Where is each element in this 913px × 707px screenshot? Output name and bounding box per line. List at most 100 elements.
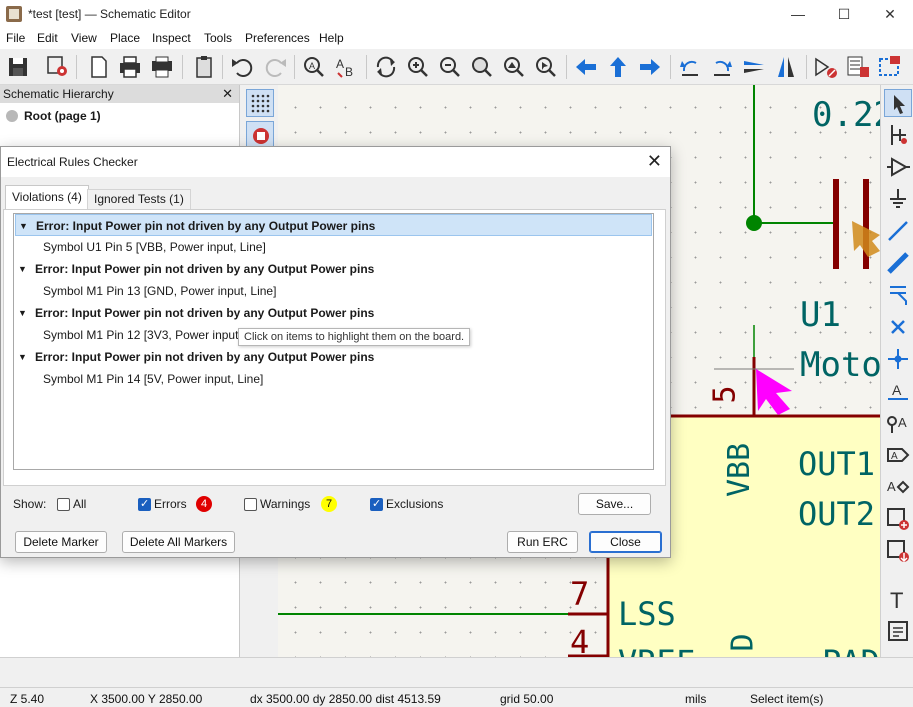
- add-wire-icon[interactable]: [884, 217, 912, 245]
- redo-icon[interactable]: [262, 53, 290, 81]
- zoom-out-icon[interactable]: [436, 53, 464, 81]
- no-connect-icon[interactable]: [884, 313, 912, 341]
- status-mode: Select item(s): [750, 692, 824, 706]
- collapse-chevron-icon[interactable]: ▼: [19, 215, 28, 237]
- bus-entry-icon[interactable]: [884, 281, 912, 309]
- add-label-icon[interactable]: A: [884, 377, 912, 405]
- delete-marker-button[interactable]: Delete Marker: [15, 531, 107, 553]
- erc-icon[interactable]: [812, 53, 840, 81]
- violation-item-row[interactable]: Symbol U1 Pin 5 [VBB, Power input, Line]: [15, 236, 652, 258]
- pin-name-lss: LSS: [618, 595, 676, 633]
- find-replace-icon[interactable]: AB: [332, 53, 360, 81]
- status-cursor-position: X 3500.00 Y 2850.00: [90, 692, 203, 706]
- units-icon[interactable]: [246, 121, 274, 149]
- violation-row[interactable]: ▼ Error: Input Power pin not driven by an…: [15, 302, 652, 324]
- collapse-chevron-icon[interactable]: ▼: [18, 346, 27, 368]
- add-bus-icon[interactable]: [884, 249, 912, 277]
- menu-place[interactable]: Place: [110, 31, 140, 45]
- add-hierarchical-label-icon[interactable]: A: [884, 473, 912, 501]
- svg-text:A: A: [891, 451, 898, 462]
- annotate-icon[interactable]: [876, 53, 904, 81]
- rotate-ccw-icon[interactable]: [676, 53, 704, 81]
- status-units: mils: [685, 692, 707, 706]
- close-button[interactable]: Close: [589, 531, 662, 553]
- violation-row[interactable]: ▼ Error: Input Power pin not driven by an…: [15, 214, 652, 236]
- checkbox-exclusions[interactable]: [370, 497, 383, 511]
- menu-inspect[interactable]: Inspect: [152, 31, 191, 45]
- grid-toggle-icon[interactable]: [246, 89, 274, 117]
- delete-all-markers-button[interactable]: Delete All Markers: [122, 531, 235, 553]
- menu-edit[interactable]: Edit: [37, 31, 58, 45]
- zoom-fit-icon[interactable]: [468, 53, 496, 81]
- select-arrow-icon[interactable]: [884, 89, 912, 117]
- checkbox-errors-label: Errors: [154, 497, 187, 511]
- find-icon[interactable]: A: [300, 53, 328, 81]
- violation-row[interactable]: ▼ Error: Input Power pin not driven by an…: [15, 346, 652, 368]
- menu-tools[interactable]: Tools: [204, 31, 232, 45]
- add-textbox-icon[interactable]: [884, 617, 912, 645]
- save-icon[interactable]: [4, 53, 32, 81]
- hierarchy-header: Schematic Hierarchy ✕: [0, 85, 239, 103]
- paste-icon[interactable]: [190, 53, 218, 81]
- add-junction-icon[interactable]: [884, 345, 912, 373]
- checkbox-warnings[interactable]: [244, 498, 257, 511]
- checkbox-errors[interactable]: [138, 497, 151, 511]
- zoom-objects-icon[interactable]: [500, 53, 528, 81]
- import-sheet-pin-icon[interactable]: [884, 537, 912, 565]
- collapse-chevron-icon[interactable]: ▼: [18, 302, 27, 324]
- add-global-label-icon[interactable]: A: [884, 441, 912, 469]
- component-value: Moto: [800, 345, 880, 385]
- highlight-net-icon[interactable]: [884, 121, 912, 149]
- hierarchy-root-item[interactable]: Root (page 1): [6, 109, 101, 123]
- refresh-icon[interactable]: [372, 53, 400, 81]
- navigate-back-icon[interactable]: [572, 53, 600, 81]
- close-window-button[interactable]: ✕: [867, 0, 913, 28]
- violations-list[interactable]: ▼ Error: Input Power pin not driven by an…: [13, 213, 654, 470]
- add-sheet-icon[interactable]: [884, 505, 912, 533]
- undo-icon[interactable]: [228, 53, 256, 81]
- svg-text:A: A: [309, 61, 315, 71]
- add-text-icon[interactable]: T: [884, 585, 912, 613]
- navigate-up-icon[interactable]: [604, 53, 632, 81]
- hierarchy-close-icon[interactable]: ✕: [222, 85, 233, 103]
- dialog-close-icon[interactable]: ✕: [647, 151, 662, 172]
- schematic-setup-icon[interactable]: [44, 53, 72, 81]
- violation-item-row[interactable]: Symbol M1 Pin 13 [GND, Power input, Line…: [15, 280, 652, 302]
- maximize-button[interactable]: ☐: [821, 0, 867, 28]
- symbol-fields-table-icon[interactable]: [844, 53, 872, 81]
- menu-view[interactable]: View: [71, 31, 97, 45]
- menu-file[interactable]: File: [6, 31, 25, 45]
- violation-row[interactable]: ▼ Error: Input Power pin not driven by an…: [15, 258, 652, 280]
- tab-violations[interactable]: Violations (4): [5, 185, 89, 210]
- menu-preferences[interactable]: Preferences: [245, 31, 310, 45]
- rotate-cw-icon[interactable]: [708, 53, 736, 81]
- plot-icon[interactable]: [148, 53, 176, 81]
- add-net-class-icon[interactable]: A: [884, 409, 912, 437]
- errors-count-badge: 4: [196, 496, 212, 512]
- violation-item: Symbol M1 Pin 12 [3V3, Power input, Line…: [43, 328, 272, 342]
- tab-ignored-tests[interactable]: Ignored Tests (1): [87, 189, 191, 209]
- add-power-icon[interactable]: [884, 185, 912, 213]
- print-icon[interactable]: [116, 53, 144, 81]
- erc-marker-icon: [756, 369, 792, 415]
- collapse-chevron-icon[interactable]: ▼: [18, 258, 27, 280]
- pin-name-pad: PAD: [822, 643, 880, 657]
- checkbox-all[interactable]: [57, 498, 70, 511]
- svg-text:B: B: [345, 65, 353, 79]
- warnings-count-badge: 7: [321, 496, 337, 512]
- run-erc-button[interactable]: Run ERC: [507, 531, 578, 553]
- mirror-vertical-icon[interactable]: [740, 53, 768, 81]
- navigate-forward-icon[interactable]: [636, 53, 664, 81]
- pin-name-vbb: VBB: [722, 442, 757, 497]
- component-reference: U1: [800, 295, 841, 335]
- save-button[interactable]: Save...: [578, 493, 651, 515]
- message-panel: [0, 657, 913, 687]
- add-symbol-icon[interactable]: [884, 153, 912, 181]
- violation-item-row[interactable]: Symbol M1 Pin 14 [5V, Power input, Line]: [15, 368, 652, 390]
- minimize-button[interactable]: —: [775, 0, 821, 28]
- menu-help[interactable]: Help: [319, 31, 344, 45]
- zoom-selection-icon[interactable]: [532, 53, 560, 81]
- zoom-in-icon[interactable]: [404, 53, 432, 81]
- page-settings-icon[interactable]: [84, 53, 112, 81]
- mirror-horizontal-icon[interactable]: [772, 53, 800, 81]
